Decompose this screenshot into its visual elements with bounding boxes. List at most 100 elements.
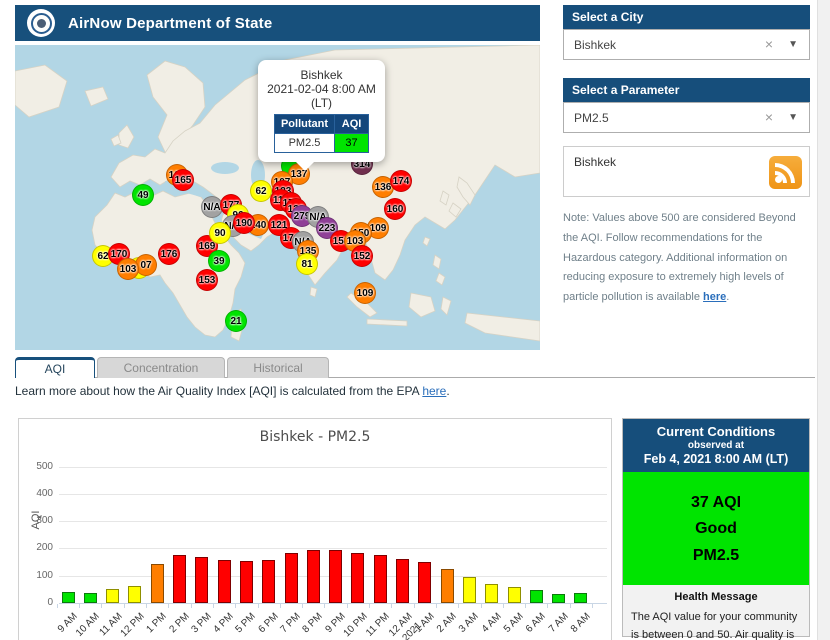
chart-bar[interactable] bbox=[262, 560, 276, 603]
scrollbar[interactable] bbox=[817, 0, 830, 640]
chart-bar[interactable] bbox=[574, 592, 588, 603]
aqi-marker[interactable]: 153 bbox=[196, 269, 218, 291]
chart-bar[interactable] bbox=[529, 589, 543, 603]
chart-bar[interactable] bbox=[507, 586, 521, 603]
chart-bar[interactable] bbox=[106, 588, 120, 603]
chart-bar[interactable] bbox=[61, 592, 75, 603]
tab-concentration[interactable]: Concentration bbox=[97, 357, 225, 378]
chart-x-tick bbox=[123, 604, 125, 608]
chart-x-tick bbox=[435, 604, 437, 608]
current-aqi-value: 37 AQI bbox=[690, 494, 742, 511]
health-message-box: Health Message The AQI value for your co… bbox=[623, 585, 809, 640]
current-aqi-box: 37 AQI Good PM2.5 bbox=[623, 472, 809, 586]
tab-historical[interactable]: Historical bbox=[227, 357, 329, 378]
aqi-marker[interactable]: 90 bbox=[209, 222, 231, 244]
chart-x-tick bbox=[212, 604, 214, 608]
popup-pollutant-header: Pollutant bbox=[273, 114, 336, 134]
chart-bar[interactable] bbox=[306, 550, 320, 603]
chart-ytick-label: 100 bbox=[36, 569, 53, 581]
current-aqi-category: Good bbox=[695, 520, 737, 538]
chart-x-tick bbox=[257, 604, 259, 608]
parameter-select-value: PM2.5 bbox=[574, 110, 609, 125]
chart-bar[interactable] bbox=[239, 560, 253, 603]
chart-bar[interactable] bbox=[373, 555, 387, 603]
popup-timezone: (LT) bbox=[310, 96, 333, 110]
chart-bar[interactable] bbox=[150, 563, 164, 603]
chart-gridline bbox=[59, 466, 607, 468]
parameter-caret-down-icon[interactable]: ▼ bbox=[788, 112, 798, 123]
aqi-marker[interactable]: 152 bbox=[351, 245, 373, 267]
health-message-text: The AQI value for your community is betw… bbox=[631, 611, 798, 640]
chart-x-tick bbox=[324, 604, 326, 608]
aqi-marker[interactable]: 62 bbox=[250, 180, 272, 202]
chart-bar[interactable] bbox=[396, 558, 409, 603]
city-select-value: Bishkek bbox=[574, 37, 617, 52]
chart-ytick-label: 200 bbox=[36, 542, 53, 554]
chart-x-tick bbox=[302, 604, 304, 608]
epa-here-link[interactable]: here bbox=[422, 384, 446, 398]
aqi-marker[interactable]: 103 bbox=[117, 258, 139, 280]
note-here-link[interactable]: here bbox=[703, 291, 726, 303]
city-select[interactable]: Bishkek × ▼ bbox=[563, 29, 810, 60]
aqi-marker[interactable]: 174 bbox=[390, 170, 412, 192]
chart-bar[interactable] bbox=[173, 554, 186, 603]
chart-bar[interactable] bbox=[83, 592, 97, 603]
chart-bar[interactable] bbox=[284, 553, 298, 603]
chart-x-tick bbox=[569, 604, 571, 608]
chart-bar[interactable] bbox=[195, 557, 209, 603]
aqi-marker[interactable]: 49 bbox=[132, 184, 154, 206]
world-aqi-map[interactable]: 10716549621708071031761693915321N/A17796… bbox=[15, 45, 540, 350]
aqi-marker[interactable]: 160 bbox=[384, 198, 406, 220]
chart-bar[interactable] bbox=[462, 577, 476, 603]
rss-feed-box: Bishkek bbox=[563, 146, 810, 197]
aqi-marker[interactable]: 81 bbox=[296, 253, 318, 275]
chart-x-tick bbox=[502, 604, 504, 608]
chart-x-tick bbox=[369, 604, 371, 608]
chart-tabs: AQI Concentration Historical bbox=[15, 357, 815, 379]
observed-at-label: observed at bbox=[687, 440, 745, 451]
aqi-marker[interactable]: 190 bbox=[233, 212, 255, 234]
chart-x-tick bbox=[480, 604, 482, 608]
chart-bar[interactable] bbox=[351, 553, 365, 603]
chart-gridline bbox=[59, 521, 607, 523]
parameter-clear-icon[interactable]: × bbox=[765, 109, 773, 125]
popup-aqi-value: 37 bbox=[334, 133, 370, 153]
popup-city: Bishkek bbox=[300, 68, 343, 82]
chart-ytick-label: 0 bbox=[47, 597, 53, 608]
chart-bar[interactable] bbox=[485, 583, 499, 603]
health-message-title: Health Message bbox=[674, 591, 758, 604]
city-clear-icon[interactable]: × bbox=[765, 36, 773, 52]
city-caret-down-icon[interactable]: ▼ bbox=[788, 39, 798, 50]
chart-bar[interactable] bbox=[418, 561, 432, 603]
tab-aqi[interactable]: AQI bbox=[15, 357, 95, 379]
chart-bar[interactable] bbox=[440, 568, 454, 603]
department-of-state-seal-icon bbox=[27, 9, 55, 37]
map-popup: Bishkek 2021-02-04 8:00 AM (LT) Pollutan… bbox=[258, 60, 385, 171]
parameter-select[interactable]: PM2.5 × ▼ bbox=[563, 102, 810, 133]
aqi-marker[interactable]: 109 bbox=[354, 282, 376, 304]
chart-ytick-label: 500 bbox=[36, 460, 53, 472]
chart-x-tick bbox=[79, 604, 81, 608]
aqi-marker[interactable]: 165 bbox=[172, 169, 194, 191]
page-title: AirNow Department of State bbox=[68, 14, 273, 32]
aqi-marker[interactable]: 21 bbox=[225, 310, 247, 332]
chart-x-tick bbox=[279, 604, 281, 608]
current-conditions-panel: Current Conditions observed at Feb 4, 20… bbox=[622, 418, 810, 640]
rss-icon[interactable] bbox=[769, 156, 802, 189]
learn-more-text: Learn more about how the Air Quality Ind… bbox=[15, 384, 450, 398]
chart-bar[interactable] bbox=[552, 594, 566, 603]
aqi-bar-chart: Bishkek - PM2.5 AQI 0 100 200 300 400 500 9 AM… bbox=[18, 418, 612, 640]
chart-x-tick bbox=[235, 604, 237, 608]
chart-x-tick bbox=[346, 604, 348, 608]
chart-bar[interactable] bbox=[329, 550, 343, 603]
current-conditions-header: Current Conditions observed at Feb 4, 20… bbox=[623, 419, 809, 472]
chart-ytick-label: 400 bbox=[36, 487, 53, 499]
chart-x-tick bbox=[168, 604, 170, 608]
popup-table: Pollutant AQI PM2.5 37 bbox=[273, 114, 370, 153]
aqi-marker[interactable]: 39 bbox=[208, 250, 230, 272]
chart-x-tick bbox=[413, 604, 415, 608]
aqi-marker[interactable]: 176 bbox=[158, 243, 180, 265]
chart-bar[interactable] bbox=[217, 560, 231, 603]
popup-aqi-header: AQI bbox=[334, 114, 370, 134]
chart-bar[interactable] bbox=[128, 586, 142, 603]
